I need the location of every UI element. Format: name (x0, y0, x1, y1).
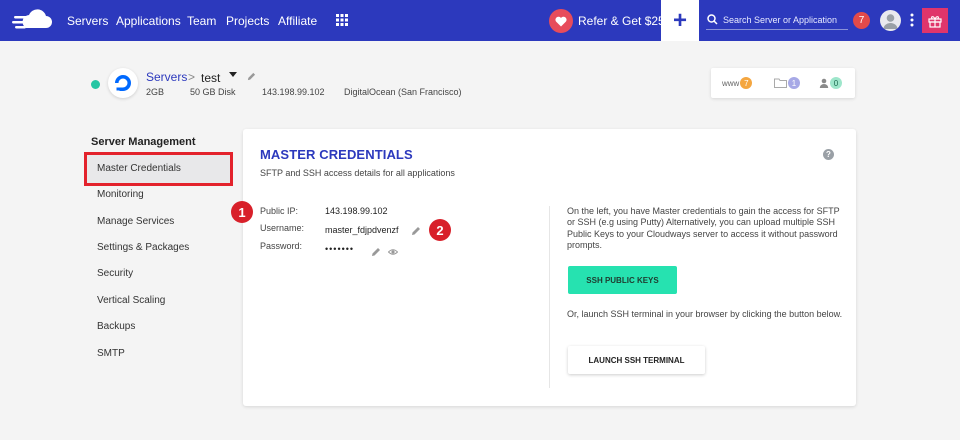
edit-pencil-icon[interactable] (247, 72, 256, 81)
caret-down-icon[interactable] (229, 72, 237, 77)
search-box[interactable] (706, 10, 848, 30)
gift-icon (928, 15, 942, 28)
gift-button[interactable] (922, 8, 948, 33)
highlight-annotation-box (84, 152, 233, 186)
apps-count-badge: 7 (740, 77, 753, 89)
password-label: Password: (260, 241, 303, 251)
users-count-badge: 0 (830, 77, 842, 89)
user-avatar-icon (883, 14, 898, 29)
digitalocean-logo-icon (108, 68, 138, 98)
plus-icon: + (672, 6, 687, 34)
server-name[interactable]: test (201, 71, 220, 85)
username-value: master_fdjpdvenzf (325, 225, 399, 235)
nav-servers[interactable]: Servers (67, 14, 108, 28)
server-disk: 50 GB Disk (190, 87, 236, 97)
card-subtitle: SFTP and SSH access details for all appl… (260, 168, 455, 178)
help-icon[interactable]: ? (823, 149, 834, 160)
sidebar-item-monitoring[interactable]: Monitoring (97, 189, 144, 200)
refer-label: Refer & Get $25 (578, 14, 665, 28)
stat-apps[interactable]: www 7 (722, 77, 753, 89)
more-options-icon[interactable] (910, 13, 914, 27)
server-provider: DigitalOcean (San Francisco) (344, 87, 462, 97)
master-credentials-card: MASTER CREDENTIALS SFTP and SSH access d… (231, 129, 856, 406)
edit-password-icon[interactable] (371, 247, 381, 257)
show-password-eye-icon[interactable] (388, 247, 398, 257)
sidebar-item-settings-packages[interactable]: Settings & Packages (97, 242, 189, 253)
server-status-dot (91, 80, 100, 89)
password-masked-value: ••••••• (325, 244, 355, 254)
user-icon (819, 78, 829, 88)
top-navbar: Servers Applications Team Projects Affil… (0, 0, 960, 41)
public-ip-value: 143.198.99.102 (325, 206, 388, 216)
sidebar-title: Server Management (91, 136, 196, 148)
launch-ssh-terminal-button[interactable]: LAUNCH SSH TERMINAL (568, 346, 705, 374)
heart-icon (549, 9, 573, 33)
search-icon (707, 14, 718, 25)
server-stats-box: www 7 1 0 (711, 68, 855, 98)
ssh-terminal-info-text: Or, launch SSH terminal in your browser … (567, 309, 843, 319)
sidebar-item-security[interactable]: Security (97, 268, 133, 279)
ssh-public-keys-button[interactable]: SSH PUBLIC KEYS (568, 266, 677, 294)
nav-applications[interactable]: Applications (116, 14, 181, 28)
username-label: Username: (260, 223, 305, 233)
breadcrumb-servers-link[interactable]: Servers (146, 70, 187, 84)
www-label: www (722, 78, 740, 88)
public-ip-label: Public IP: (260, 206, 299, 216)
search-input[interactable] (723, 14, 843, 25)
stat-folders[interactable]: 1 (774, 77, 800, 89)
sidebar-item-smtp[interactable]: SMTP (97, 348, 125, 359)
nav-projects[interactable]: Projects (226, 14, 269, 28)
card-title: MASTER CREDENTIALS (260, 147, 413, 162)
stat-users[interactable]: 0 (819, 77, 842, 89)
avatar[interactable] (880, 10, 901, 31)
server-ram: 2GB (146, 87, 165, 97)
cloudways-logo-icon[interactable] (12, 8, 54, 34)
nav-affiliate[interactable]: Affiliate (278, 14, 317, 28)
server-ip: 143.198.99.102 (262, 87, 325, 97)
ssh-info-text: On the left, you have Master credentials… (567, 206, 840, 251)
folder-icon (774, 78, 787, 88)
folders-count-badge: 1 (788, 77, 800, 89)
sidebar-item-vertical-scaling[interactable]: Vertical Scaling (97, 295, 165, 306)
vertical-divider (549, 206, 550, 388)
edit-username-icon[interactable] (411, 226, 421, 236)
nav-team[interactable]: Team (187, 14, 216, 28)
sidebar-item-manage-services[interactable]: Manage Services (97, 216, 174, 227)
notification-badge[interactable]: 7 (853, 12, 870, 29)
annotation-marker-1: 1 (231, 201, 253, 223)
apps-grid-icon[interactable] (336, 14, 348, 26)
sidebar-item-backups[interactable]: Backups (97, 321, 135, 332)
refer-button[interactable]: Refer & Get $25 (549, 8, 665, 34)
breadcrumb-separator: > (188, 70, 196, 84)
annotation-marker-2: 2 (429, 219, 451, 241)
add-plus-button[interactable]: + (661, 0, 699, 41)
